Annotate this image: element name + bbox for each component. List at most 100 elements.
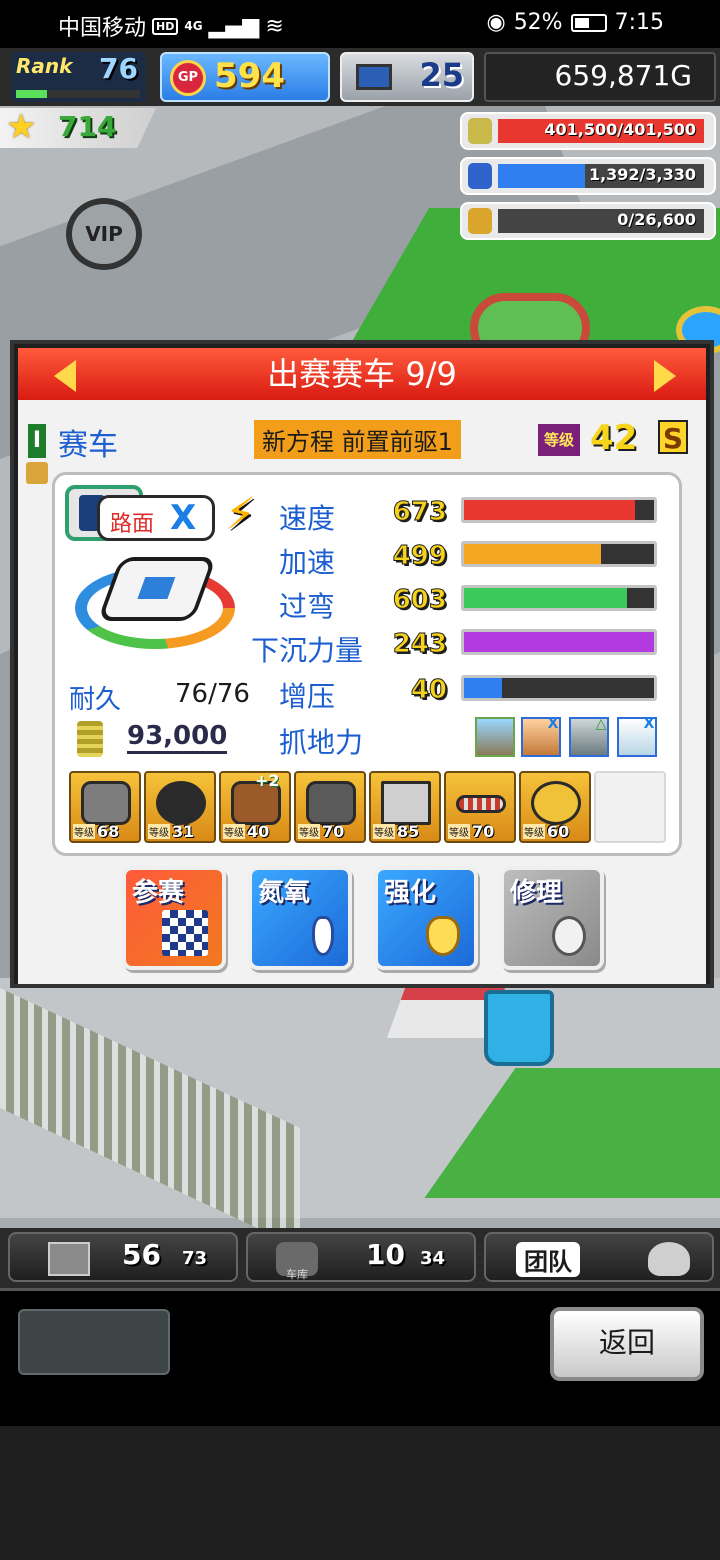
stat-value-speed: 673 [392,497,447,528]
stat-label-boost: 增压 [279,680,336,713]
suspension-part-icon[interactable]: +2 等级 40 [219,771,291,843]
wrench-icon [552,916,586,956]
repair-button[interactable]: 修理 [500,866,604,970]
battery-percent: 52% [513,10,563,35]
part-level: 68 [97,822,120,841]
trashcan-icon[interactable] [484,990,554,1066]
network-label: 4G [184,19,203,33]
computer-box[interactable]: 25 [340,52,474,102]
items-tab[interactable]: 56 73 [8,1232,238,1282]
garage-count: 10 [366,1238,405,1271]
resource-coins[interactable]: 401,500/401,500 [460,112,716,150]
status-bar: 中国移动 HD 4G ▂▄▆ ≋ ◉ 52% 7:15 [0,0,720,48]
stat-bar-cornering [461,585,657,611]
navigation-area [0,1426,720,1560]
empty-slot[interactable] [18,1309,170,1375]
grip-badge: X [547,716,559,732]
race-button[interactable]: 参赛 [122,866,226,970]
upgrade-button[interactable]: 强化 [374,866,478,970]
grip-triangle-icon[interactable]: △ [569,717,609,757]
gp-box[interactable]: GP 594 [160,52,330,102]
rank-progress-bar [16,90,140,98]
durability-value: 76/76 [175,679,250,709]
part-level: 70 [322,822,345,841]
eye-icon: ◉ [486,10,506,35]
brake-part-icon[interactable]: 等级 60 [519,771,591,843]
grip-x-icon[interactable]: X [617,717,657,757]
computer-count: 25 [419,56,464,94]
car-name[interactable]: 新方程 前置前驱1 [254,420,461,459]
stars-box[interactable]: ★ 714 [0,108,156,148]
tire-part-icon[interactable]: 等级 31 [144,771,216,843]
resource-wheat[interactable]: 0/26,600 [460,202,716,240]
garage-tab[interactable]: 车库 10 34 [246,1232,476,1282]
stat-fill [464,544,601,564]
level-tag: 等级 [538,424,580,456]
footer-panel: 返回 [0,1288,720,1426]
garage-label: 车库 [286,1268,308,1281]
back-button[interactable]: 返回 [550,1307,704,1381]
money-display[interactable]: 659,871G [484,52,716,102]
nitro-button[interactable]: 氮氧 [248,866,352,970]
engine-part-icon[interactable]: 等级 68 [69,771,141,843]
lock-icon[interactable] [26,462,48,484]
lightning-icon: ⚡ [225,489,256,540]
resource-fill [498,164,585,188]
stat-fill [464,588,628,608]
wheat-icon [468,208,492,234]
race-car-image[interactable] [75,557,235,649]
battery-fill [574,17,590,28]
part-level-tag: 等级 [148,824,170,839]
next-arrow-icon[interactable] [654,360,676,392]
part-level: 31 [172,822,195,841]
rank-box[interactable]: Rank 76 [12,52,146,102]
resource-nitro[interactable]: 1,392/3,330 [460,157,716,195]
stat-value-cornering: 603 [392,585,447,616]
grip-x-icon[interactable]: X [521,717,561,757]
gp-value: 594 [214,56,285,96]
stat-value-boost: 40 [410,675,447,706]
team-tab[interactable]: 团队 [484,1232,714,1282]
items-count: 56 [122,1238,161,1271]
prev-arrow-icon[interactable] [54,360,76,392]
part-level: 70 [472,822,495,841]
part-level: 60 [547,822,570,841]
stat-label-speed: 速度 [279,502,336,535]
resource-text: 0/26,600 [617,210,696,229]
stat-fill [464,632,654,652]
grip-badge: △ [595,716,607,732]
star-icon: ★ [6,107,37,147]
team-label: 团队 [516,1242,580,1277]
grip-sun-icon[interactable] [475,717,515,757]
empty-part-slot[interactable] [594,771,666,843]
hd-icon: HD [152,17,179,35]
car-stats-panel: 路面 X ⚡ 速度 673 加速 499 过弯 603 下沉力量 243 增压 … [52,472,682,856]
nitro-button-label: 氮氧 [258,878,311,908]
car-grade: S [658,420,688,455]
car-category: 赛车 [58,428,118,463]
nitro-bottle-icon [312,916,334,956]
carrier-label: 中国移动 [58,16,147,41]
coin-stack-icon [468,118,492,144]
stat-fill [464,500,635,520]
grip-badge: X [643,716,655,732]
info-icon[interactable]: I [28,424,46,458]
stat-label-cornering: 过弯 [279,590,336,623]
part-plus: +2 [255,771,280,790]
terrain-label: 路面 [110,512,155,537]
upgrade-button-label: 强化 [384,878,437,908]
grip-label: 抓地力 [279,726,364,759]
race-car-dialog: 出赛赛车 9/9 I 赛车 新方程 前置前驱1 等级 42 S 路面 X ⚡ 速… [10,340,714,988]
vip-steering-icon[interactable]: VIP [66,198,142,270]
stat-fill [464,678,502,698]
exhaust-part-icon[interactable]: 等级 70 [444,771,516,843]
game-screen: 中国移动 HD 4G ▂▄▆ ≋ ◉ 52% 7:15 VIP Rank 76 [0,0,720,1560]
wifi-icon: ≋ [265,13,284,39]
turbo-part-icon[interactable]: 等级 70 [294,771,366,843]
bottom-bar: 56 73 车库 10 34 团队 [0,1228,720,1288]
part-level-tag: 等级 [298,824,320,839]
stat-bar-downforce [461,629,657,655]
part-level: 40 [247,822,270,841]
wing-part-icon[interactable]: 等级 85 [369,771,441,843]
dialog-title-bar: 出赛赛车 9/9 [18,348,706,400]
